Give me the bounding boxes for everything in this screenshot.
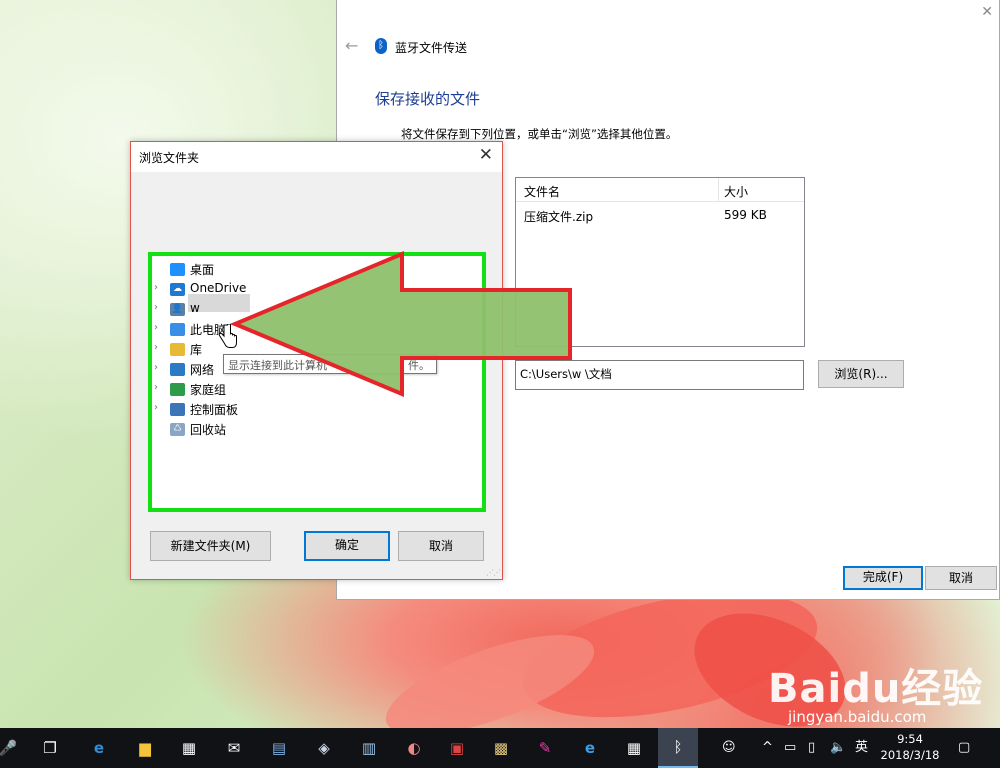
library-icon — [170, 343, 185, 356]
tree-item[interactable]: › 控制面板 — [152, 400, 482, 420]
task-view-icon[interactable]: ❐ — [36, 734, 64, 762]
onedrive-icon: ☁ — [170, 283, 185, 296]
file-explorer-icon[interactable]: ▆ — [131, 734, 159, 762]
app-icon-2[interactable]: ◈ — [310, 734, 338, 762]
bluetooth-icon: ᛒ — [375, 38, 387, 54]
network-icon — [170, 363, 185, 376]
dialog-close-icon[interactable]: ✕ — [479, 145, 493, 165]
clock[interactable]: 9:54 2018/3/18 — [880, 731, 940, 763]
calculator-icon[interactable]: ▦ — [620, 734, 648, 762]
app-icon-5[interactable]: ▣ — [443, 734, 471, 762]
paint-icon[interactable]: ✎ — [531, 734, 559, 762]
dialog-titlebar[interactable]: 浏览文件夹 ✕ — [131, 142, 502, 172]
ok-button[interactable]: 确定 — [304, 531, 390, 561]
file-list-header: 文件名 大小 — [516, 178, 804, 202]
tree-item-label: 控制面板 — [190, 403, 239, 417]
resize-grip-icon[interactable]: ⋰⋰ — [486, 568, 501, 577]
expand-chevron-icon[interactable]: › — [154, 322, 158, 333]
store-icon[interactable]: ▦ — [175, 734, 203, 762]
baidu-watermark: Baidu经验 — [768, 666, 984, 712]
computer-icon — [170, 323, 185, 336]
ie-icon[interactable]: e — [576, 734, 604, 762]
column-header-name[interactable]: 文件名 — [524, 183, 560, 200]
finish-button[interactable]: 完成(F) — [843, 566, 923, 590]
action-center-icon[interactable]: ▢ — [958, 728, 970, 768]
wizard-cancel-button[interactable]: 取消 — [925, 566, 997, 590]
expand-chevron-icon[interactable]: › — [154, 342, 158, 353]
tree-item-label: 库 — [190, 343, 203, 357]
expand-chevron-icon[interactable]: › — [154, 402, 158, 413]
microphone-icon[interactable]: 🎤 — [0, 734, 22, 762]
people-icon[interactable]: ☺ — [722, 728, 736, 768]
expand-chevron-icon[interactable]: › — [154, 302, 158, 313]
app-icon-3[interactable]: ▥ — [355, 734, 383, 762]
app-icon-1[interactable]: ▤ — [265, 734, 293, 762]
ime-indicator[interactable]: 英 — [855, 728, 868, 768]
expand-chevron-icon[interactable]: › — [154, 282, 158, 293]
tree-item-label: 桌面 — [190, 263, 215, 277]
expand-chevron-icon[interactable]: › — [154, 362, 158, 373]
column-divider[interactable] — [718, 178, 719, 202]
tree-item-label: w — [190, 301, 200, 315]
clock-time: 9:54 — [897, 732, 923, 746]
hand-cursor-icon — [218, 324, 237, 348]
tree-item-label: 家庭组 — [190, 383, 227, 397]
baidu-watermark-url: jingyan.baidu.com — [788, 708, 927, 726]
edge-icon[interactable]: e — [85, 734, 113, 762]
control-panel-icon — [170, 403, 185, 416]
clock-date: 2018/3/18 — [880, 748, 940, 762]
user-icon: 👤 — [170, 303, 185, 316]
column-header-size[interactable]: 大小 — [724, 183, 748, 200]
battery-icon[interactable]: ▯ — [808, 728, 815, 768]
show-hidden-icons-chevron-icon[interactable]: ^ — [762, 728, 773, 768]
app-icon-6[interactable]: ▩ — [487, 734, 515, 762]
app-icon-4[interactable]: ◐ — [400, 734, 428, 762]
file-name: 压缩文件.zip — [524, 210, 594, 224]
volume-icon[interactable]: 🔈 — [830, 728, 846, 768]
recycle-bin-icon: ♺ — [170, 423, 185, 436]
browse-button[interactable]: 浏览(R)... — [818, 360, 904, 388]
tree-item-label: 回收站 — [190, 423, 227, 437]
network-tray-icon[interactable]: ▭ — [784, 728, 796, 768]
file-row[interactable]: 压缩文件.zip 599 KB — [516, 206, 804, 226]
dialog-title: 浏览文件夹 — [139, 151, 200, 165]
mail-icon[interactable]: ✉ — [220, 734, 248, 762]
new-folder-button[interactable]: 新建文件夹(M) — [150, 531, 271, 561]
window-title: 蓝牙文件传送 — [395, 41, 468, 55]
homegroup-icon — [170, 383, 185, 396]
back-arrow-icon[interactable]: ← — [345, 36, 358, 55]
page-heading: 保存接收的文件 — [375, 90, 481, 108]
expand-chevron-icon[interactable]: › — [154, 382, 158, 393]
tree-item[interactable]: ♺ 回收站 — [152, 420, 482, 440]
file-size: 599 KB — [724, 208, 767, 222]
desktop-icon — [170, 263, 185, 276]
annotation-arrow — [230, 250, 572, 398]
tree-item-label: 网络 — [190, 363, 215, 377]
taskbar: 🎤 ❐ e ▆ ▦ ✉ ▤ ◈ ▥ ◐ ▣ ▩ ✎ e ▦ ᛒ ☺ ^ ▭ ▯ … — [0, 728, 1000, 768]
window-close-icon[interactable]: ✕ — [981, 4, 993, 20]
instruction-text: 将文件保存到下列位置，或单击“浏览”选择其他位置。 — [401, 127, 678, 141]
bluetooth-taskbar-icon[interactable]: ᛒ — [658, 728, 698, 768]
dialog-cancel-button[interactable]: 取消 — [398, 531, 484, 561]
